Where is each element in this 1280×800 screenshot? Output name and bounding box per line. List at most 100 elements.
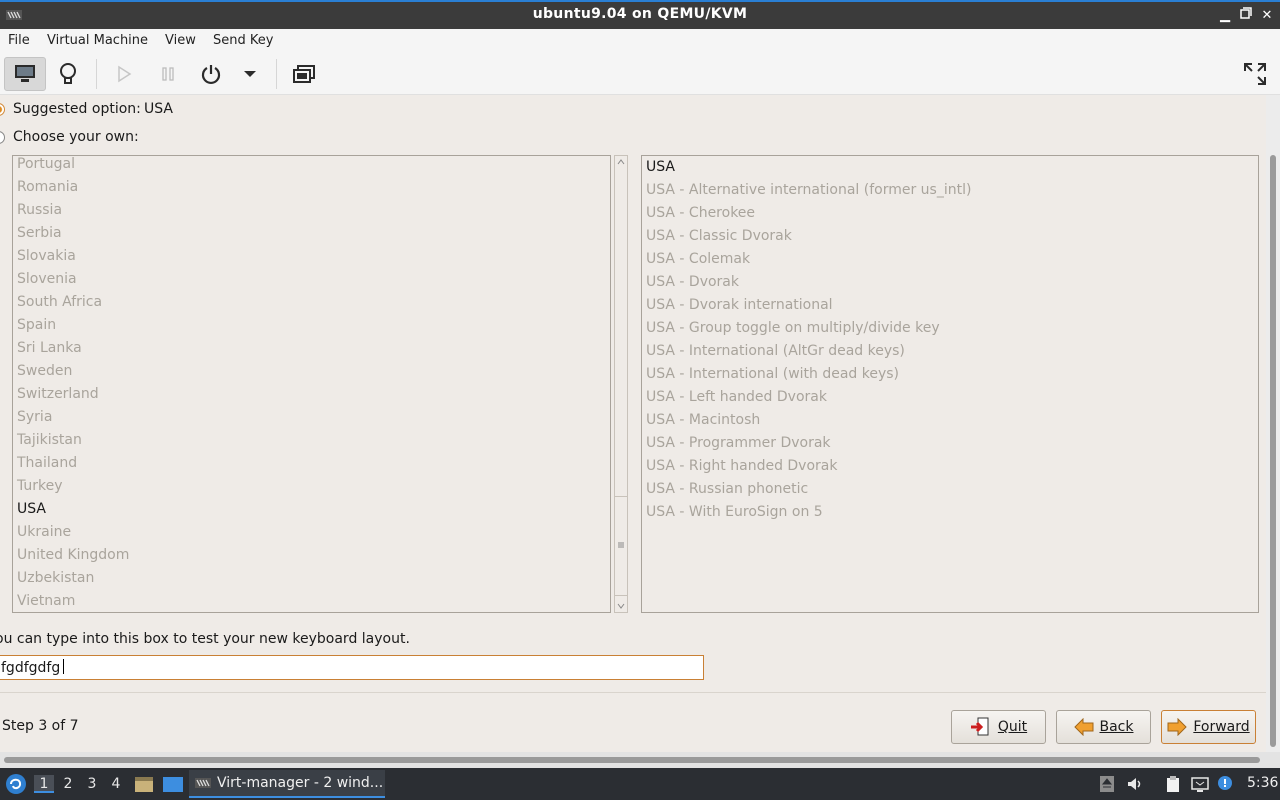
volume-icon[interactable] [1126,775,1144,793]
list-item[interactable]: Tajikistan [17,432,82,448]
list-item[interactable]: USA - Programmer Dvorak [646,435,831,451]
close-icon[interactable]: ✕ [1257,6,1277,26]
list-item[interactable]: Serbia [17,225,62,241]
list-item[interactable]: USA - International (AltGr dead keys) [646,343,905,359]
window-titlebar: ubuntu9.04 on QEMU/KVM ▁ ✕ [0,0,1280,29]
scroll-down-icon[interactable] [617,603,625,609]
back-label: Back [1099,719,1134,735]
scroll-thumb[interactable] [1270,155,1276,747]
restore-icon[interactable] [1236,6,1256,26]
list-item[interactable]: Slovakia [17,248,76,264]
display-icon[interactable] [1191,775,1209,793]
workspace-3[interactable]: 3 [82,775,102,793]
taskbar-task-virt-manager[interactable]: Virt-manager - 2 wind... [189,770,385,798]
power-icon [201,65,221,85]
scroll-thumb[interactable] [4,757,1260,763]
scroll-thumb[interactable] [615,496,627,596]
keyboard-test-value: fgdfgdfg [1,660,61,676]
list-item[interactable]: Thailand [17,455,77,471]
workspace-4[interactable]: 4 [106,775,126,793]
back-button[interactable]: Back [1056,710,1151,744]
updates-icon[interactable] [1098,775,1116,793]
viewer-vertical-scrollbar[interactable] [1266,95,1280,752]
list-item[interactable]: Turkey [17,478,63,494]
variant-list[interactable]: USA USA - Alternative international (for… [641,155,1259,613]
list-item[interactable]: Spain [17,317,56,333]
snapshots-button[interactable] [283,57,325,91]
minimize-icon[interactable]: ▁ [1215,6,1235,26]
list-item-selected[interactable]: USA [646,159,675,175]
clipboard-icon[interactable] [1164,775,1182,793]
pause-button[interactable] [147,57,189,91]
forward-label: Forward [1193,719,1250,735]
suggested-radio[interactable] [0,103,5,116]
list-item-selected[interactable]: USA [17,501,46,517]
list-item[interactable]: USA - Left handed Dvorak [646,389,827,405]
quit-label: Quit [997,719,1028,735]
list-item[interactable]: USA - Classic Dvorak [646,228,792,244]
menu-send-key[interactable]: Send Key [213,33,273,48]
list-item[interactable]: USA - Cherokee [646,205,755,221]
forward-button[interactable]: Forward [1161,710,1256,744]
list-item[interactable]: USA - Dvorak [646,274,739,290]
keyboard-test-input[interactable]: fgdfgdfg [0,655,704,680]
quit-button[interactable]: Quit [951,710,1046,744]
chevron-down-icon [244,71,256,77]
suggested-label: Suggested option: [13,101,141,117]
list-item[interactable]: USA - Colemak [646,251,750,267]
menubar: File Virtual Machine View Send Key [0,29,1280,53]
notification-icon[interactable] [1216,775,1234,793]
country-list[interactable]: Portugal Romania Russia Serbia Slovakia … [12,155,611,613]
list-item[interactable]: USA - Macintosh [646,412,760,428]
toolbar-separator [276,59,277,89]
list-item[interactable]: USA - International (with dead keys) [646,366,899,382]
suggested-value: USA [144,101,173,117]
list-item[interactable]: USA - Alternative international (former … [646,182,971,198]
list-item[interactable]: Romania [17,179,78,195]
run-button[interactable] [103,57,145,91]
shutdown-menu-button[interactable] [230,57,270,91]
list-item[interactable]: Switzerland [17,386,99,402]
list-item[interactable]: Syria [17,409,52,425]
workspace-1[interactable]: 1 [34,775,54,793]
window-title: ubuntu9.04 on QEMU/KVM [532,6,748,22]
workspace-2[interactable]: 2 [58,775,78,793]
list-item[interactable]: USA - Russian phonetic [646,481,808,497]
list-item[interactable]: Russia [17,202,62,218]
details-view-button[interactable] [47,57,89,91]
list-item[interactable]: United Kingdom [17,547,129,563]
app-menu-icon[interactable] [5,773,27,795]
fullscreen-button[interactable] [1234,57,1276,91]
step-indicator: Step 3 of 7 [2,718,79,734]
scroll-up-icon[interactable] [617,159,625,165]
viewer-horizontal-scrollbar[interactable] [0,752,1280,768]
list-item[interactable]: Portugal [17,156,75,172]
fullscreen-icon [1244,63,1266,85]
list-item[interactable]: South Africa [17,294,102,310]
country-list-scrollbar[interactable] [614,155,628,613]
console-view-button[interactable] [4,57,46,91]
list-item[interactable]: Sri Lanka [17,340,82,356]
show-desktop-icon[interactable] [162,775,184,793]
list-item[interactable]: USA - Dvorak international [646,297,833,313]
list-item[interactable]: Uzbekistan [17,570,94,586]
list-item[interactable]: Sweden [17,363,72,379]
virt-manager-icon [195,778,211,788]
list-item[interactable]: Slovenia [17,271,77,287]
shutdown-button[interactable] [190,57,232,91]
clock[interactable]: 5:36 [1247,775,1278,791]
list-item[interactable]: USA - Group toggle on multiply/divide ke… [646,320,940,336]
list-item[interactable]: Vietnam [17,593,75,609]
files-icon[interactable] [134,775,154,793]
guest-display[interactable]: Suggested option: USA Choose your own: P… [0,95,1266,752]
play-icon [118,65,132,83]
test-hint: ou can type into this box to test your n… [0,631,410,647]
menu-virtual-machine[interactable]: Virtual Machine [47,33,148,48]
menu-view[interactable]: View [165,33,196,48]
list-item[interactable]: USA - Right handed Dvorak [646,458,837,474]
choose-own-radio[interactable] [0,131,5,144]
choose-own-label: Choose your own: [13,129,139,145]
list-item[interactable]: Ukraine [17,524,71,540]
list-item[interactable]: USA - With EuroSign on 5 [646,504,823,520]
menu-file[interactable]: File [8,33,30,48]
